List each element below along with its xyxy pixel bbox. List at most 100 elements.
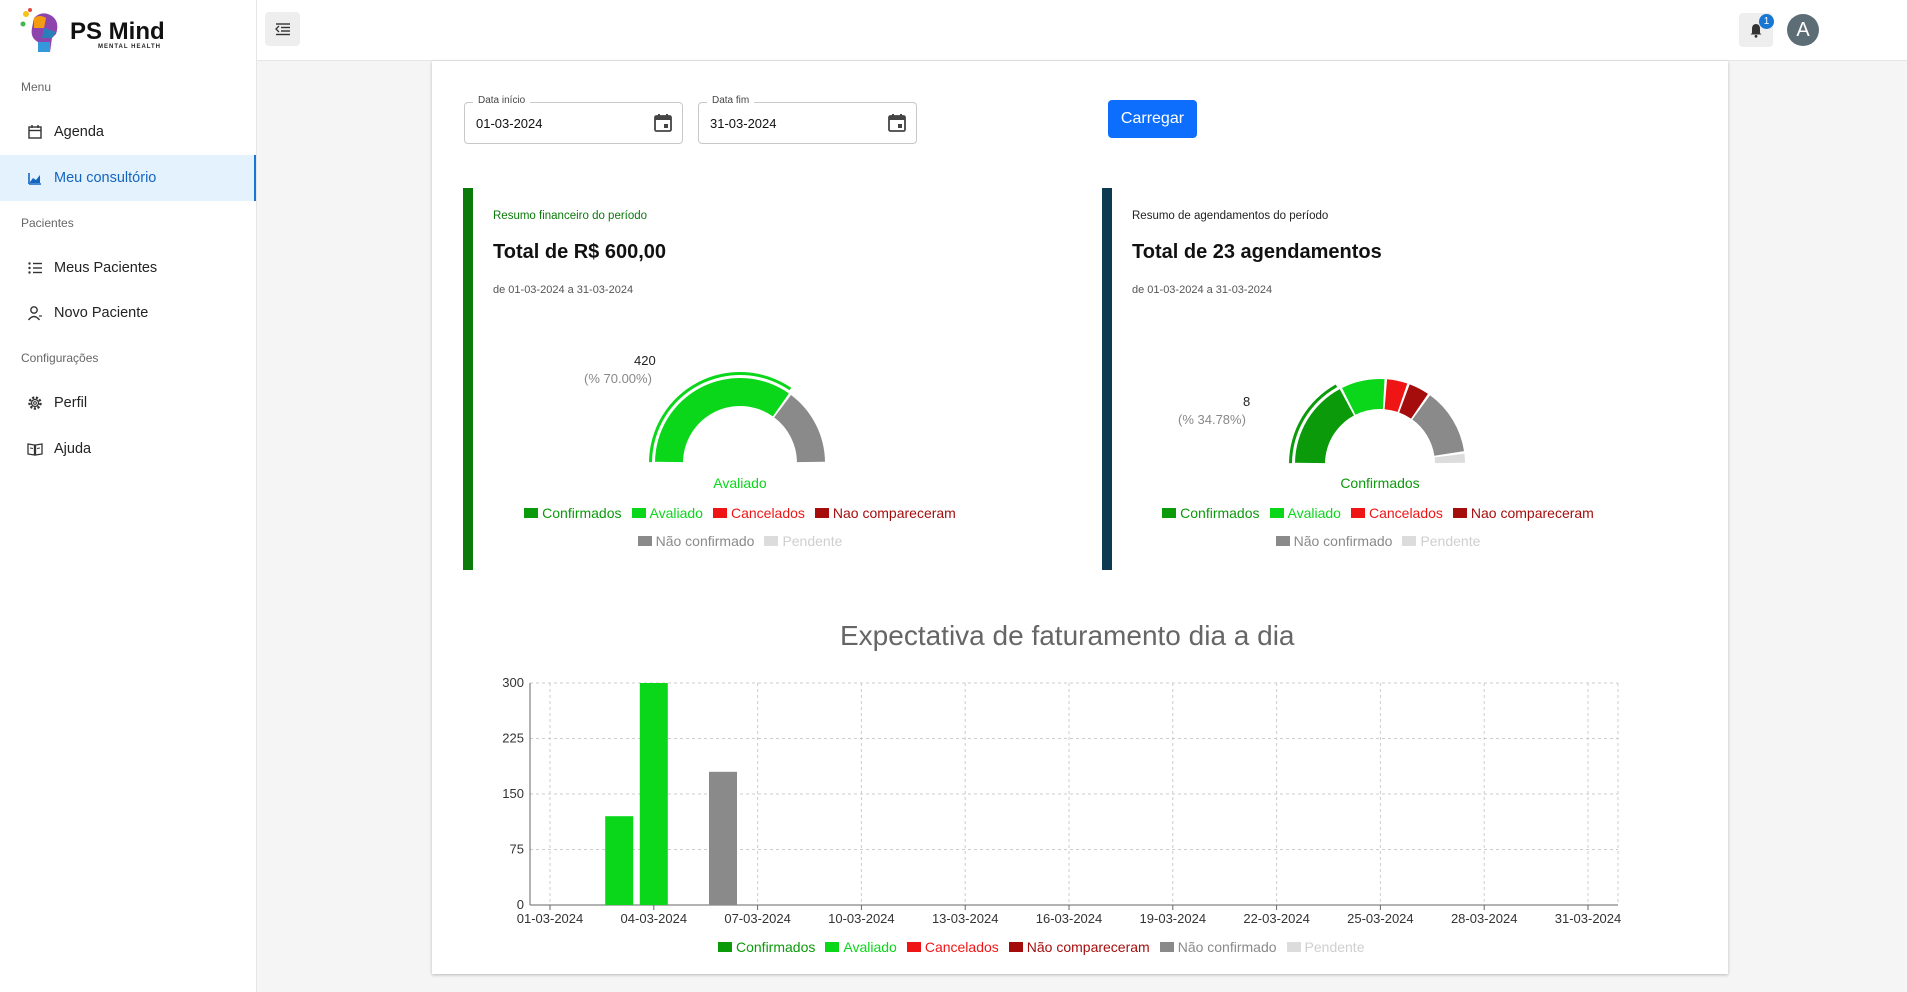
financial-summary-range: de 01-03-2024 a 31-03-2024: [493, 284, 634, 296]
calendar-icon[interactable]: [653, 113, 673, 138]
calendar-icon: [24, 124, 46, 140]
legend-label: Nao compareceram: [1470, 505, 1594, 521]
y-tick-label: 75: [510, 842, 524, 857]
legend-item-nao-confirmado[interactable]: Não confirmado: [1159, 939, 1277, 955]
top-bar: 1 A: [257, 0, 1907, 61]
x-tick-label: 04-03-2024: [621, 911, 688, 926]
legend-label: Pendente: [782, 533, 843, 549]
sidebar-item-meus-pacientes[interactable]: Meus Pacientes: [0, 245, 256, 291]
legend-item-cancelados[interactable]: Cancelados: [906, 939, 999, 955]
legend-label: Nao compareceram: [832, 505, 956, 521]
sidebar-item-agenda[interactable]: Agenda: [0, 109, 256, 155]
end-date-label: Data fim: [707, 95, 755, 106]
x-tick-label: 10-03-2024: [828, 911, 895, 926]
x-tick-label: 25-03-2024: [1347, 911, 1414, 926]
appointments-summary-total: Total de 23 agendamentos: [1132, 241, 1382, 263]
legend-item-cancelados[interactable]: Cancelados: [1350, 505, 1443, 521]
legend-swatch: [1452, 508, 1467, 518]
y-tick-label: 150: [502, 786, 524, 801]
legend-item-pendente[interactable]: Pendente: [1286, 939, 1364, 955]
legend-label: Cancelados: [924, 939, 999, 955]
legend-item-confirmados[interactable]: Confirmados: [1162, 505, 1260, 521]
bar-04-03-2024[interactable]: [639, 683, 668, 905]
financial-gauge-label: Avaliado: [713, 475, 767, 491]
gauge-slice-avaliado[interactable]: [655, 378, 789, 463]
chart-icon: [24, 170, 46, 186]
legend-item-avaliado[interactable]: Avaliado: [825, 939, 897, 955]
end-date-field[interactable]: Data fim 31-03-2024: [698, 95, 917, 144]
end-date-value: 31-03-2024: [710, 116, 777, 131]
legend-label: Não compareceram: [1026, 939, 1150, 955]
appointments-summary-subtitle: Resumo de agendamentos do período: [1132, 210, 1329, 222]
bar-06-03-2024[interactable]: [709, 771, 737, 905]
y-tick-label: 300: [502, 675, 524, 690]
avatar[interactable]: A: [1787, 14, 1819, 46]
notification-badge: 1: [1759, 14, 1774, 29]
sidebar-item-perfil[interactable]: Perfil: [0, 380, 256, 426]
sidebar-item-meu-consultorio[interactable]: Meu consultório: [0, 155, 256, 201]
legend-item-nao-compareceram[interactable]: Nao compareceram: [1452, 505, 1594, 521]
legend-swatch: [1162, 508, 1177, 518]
legend-item-cancelados[interactable]: Cancelados: [712, 505, 805, 521]
financial-legend: Confirmados Avaliado Cancelados Nao compare…: [520, 505, 960, 549]
legend-swatch: [764, 536, 779, 546]
legend-label: Não confirmado: [1293, 533, 1393, 549]
legend-item-nao-compareceram[interactable]: Nao compareceram: [814, 505, 956, 521]
start-date-label: Data início: [473, 95, 531, 106]
brain-logo-icon: [20, 8, 58, 52]
legend-swatch: [1402, 536, 1417, 546]
legend-label: Confirmados: [542, 505, 622, 521]
x-tick-label: 07-03-2024: [724, 911, 791, 926]
appointments-gauge-label: Confirmados: [1340, 475, 1420, 491]
legend-item-nao-confirmado[interactable]: Não confirmado: [637, 533, 754, 549]
legend-label: Avaliado: [649, 505, 703, 521]
legend-swatch: [1269, 508, 1284, 518]
legend-swatch: [524, 508, 539, 518]
legend-swatch: [1159, 942, 1174, 952]
legend-item-nao-confirmado[interactable]: Não confirmado: [1275, 533, 1393, 549]
start-date-value: 01-03-2024: [476, 116, 543, 131]
financial-summary-subtitle: Resumo financeiro do período: [493, 210, 648, 222]
legend-swatch: [631, 508, 646, 518]
legend-swatch: [1275, 536, 1290, 546]
x-tick-label: 28-03-2024: [1451, 911, 1518, 926]
gauge-slice-confirmados[interactable]: [1295, 389, 1354, 464]
calendar-icon[interactable]: [887, 113, 907, 138]
legend-item-avaliado[interactable]: Avaliado: [631, 505, 703, 521]
daily-revenue-bar-chart: 0 75 150 225 300 01-03-2024 04-03-2024 07-03-20…: [502, 675, 1621, 926]
legend-label: Pendente: [1420, 533, 1481, 549]
x-tick-label: 01-03-2024: [517, 911, 584, 926]
load-button[interactable]: Carregar: [1108, 100, 1197, 138]
x-tick-label: 22-03-2024: [1243, 911, 1310, 926]
legend-item-pendente[interactable]: Pendente: [1402, 533, 1480, 549]
gauge-slice-nao-confirmado[interactable]: [774, 394, 825, 463]
financial-gauge-chart: [649, 372, 825, 463]
start-date-field[interactable]: Data início 01-03-2024: [464, 95, 683, 144]
legend-swatch: [1286, 942, 1301, 952]
bar-chart-legend: Confirmados Avaliado Cancelados Não compare…: [718, 939, 1364, 955]
legend-item-nao-compareceram[interactable]: Não compareceram: [1008, 939, 1150, 955]
legend-item-avaliado[interactable]: Avaliado: [1269, 505, 1341, 521]
legend-swatch: [825, 942, 840, 952]
sidebar-item-label: Ajuda: [54, 441, 92, 457]
sidebar-item-label: Meu consultório: [54, 170, 157, 186]
gauge-slice-pendente[interactable]: [1434, 453, 1465, 464]
sidebar-item-novo-paciente[interactable]: Novo Paciente: [0, 290, 256, 336]
legend-label: Não confirmado: [1177, 939, 1277, 955]
gear-icon: [24, 395, 46, 411]
legend-item-pendente[interactable]: Pendente: [764, 533, 842, 549]
legend-item-confirmados[interactable]: Confirmados: [524, 505, 622, 521]
appointments-highlight-percent: (% 34.78%): [1178, 412, 1246, 427]
toggle-sidebar-button[interactable]: [265, 12, 300, 46]
x-tick-label: 19-03-2024: [1140, 911, 1207, 926]
brand-subtitle: MENTAL HEALTH: [98, 44, 161, 50]
legend-item-confirmados[interactable]: Confirmados: [718, 939, 815, 955]
sidebar-item-ajuda[interactable]: Ajuda: [0, 426, 256, 472]
legend-swatch: [718, 942, 732, 952]
y-tick-label: 0: [517, 897, 524, 912]
x-tick-label: 16-03-2024: [1036, 911, 1103, 926]
app-logo[interactable]: PS Mind MENTAL HEALTH: [20, 8, 220, 56]
legend-label: Avaliado: [1287, 505, 1341, 521]
list-icon: [24, 260, 46, 276]
bar-03-03-2024[interactable]: [605, 816, 634, 905]
